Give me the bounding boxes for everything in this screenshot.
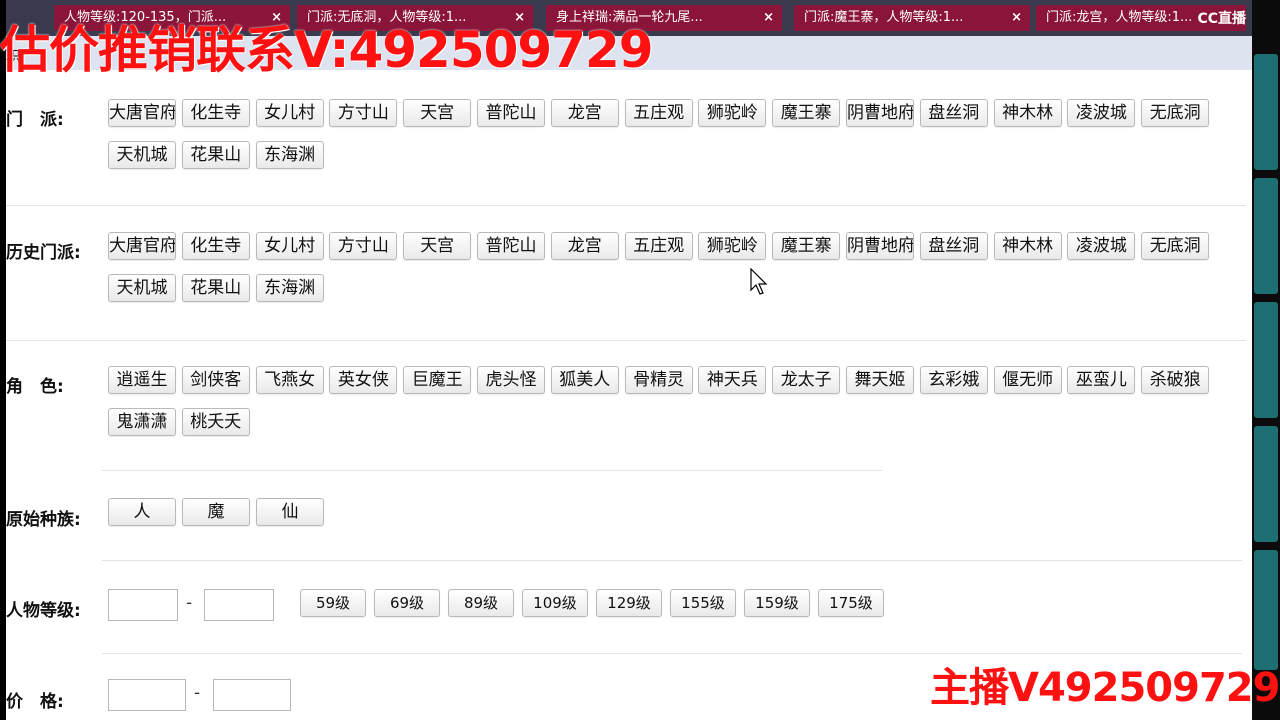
history-menpai-option[interactable]: 花果山: [181, 274, 250, 302]
menpai-option[interactable]: 方寸山: [329, 99, 398, 127]
history-menpai-option[interactable]: 普陀山: [477, 232, 545, 260]
race-option[interactable]: 仙: [256, 498, 324, 526]
role-option[interactable]: 剑侠客: [181, 366, 250, 394]
role-label: 角 色:: [6, 377, 64, 397]
role-option[interactable]: 飞燕女: [255, 366, 324, 394]
menpai-label: 门 派:: [6, 110, 64, 130]
role-option[interactable]: 英女侠: [329, 366, 398, 394]
filter-panel: 门 派: 大唐官府 化生寺 女儿村 方寸山 天宫 普陀山 龙宫 五庄观 狮驼岭 魔王寨 阴曹地府 盘丝…: [6, 70, 1252, 720]
menpai-option[interactable]: 东海渊: [255, 141, 324, 169]
role-option[interactable]: 龙太子: [772, 366, 841, 394]
history-menpai-option[interactable]: 盘丝洞: [919, 232, 988, 260]
level-preset-option[interactable]: 69级: [374, 589, 440, 617]
tab-4[interactable]: 门派:魔王寨，人物等级:1... ×: [794, 5, 1030, 31]
right-side-panel: [1252, 0, 1280, 720]
race-option[interactable]: 魔: [182, 498, 250, 526]
level-max-input[interactable]: [204, 589, 274, 621]
menpai-option[interactable]: 天机城: [108, 141, 176, 169]
history-menpai-option[interactable]: 阴曹地府: [846, 232, 914, 260]
price-dash: -: [194, 683, 201, 703]
menpai-option[interactable]: 大唐官府: [108, 99, 176, 127]
role-option[interactable]: 杀破狼: [1141, 366, 1210, 394]
menpai-option[interactable]: 盘丝洞: [919, 99, 988, 127]
app-window: 人物等级:120-135，门派... × 门派:无底洞，人物等级:1... × …: [6, 0, 1252, 720]
history-menpai-option[interactable]: 凌波城: [1067, 232, 1136, 260]
role-option[interactable]: 偃无师: [993, 366, 1062, 394]
history-menpai-option[interactable]: 狮驼岭: [698, 232, 767, 260]
role-option[interactable]: 巫蛮儿: [1067, 366, 1136, 394]
side-tab[interactable]: [1254, 302, 1278, 418]
tab-5-title: 门派:龙宫，人物等级:1...: [1046, 10, 1193, 25]
history-menpai-option[interactable]: 五庄观: [624, 232, 693, 260]
menpai-option[interactable]: 龙宫: [550, 99, 619, 127]
role-option[interactable]: 玄彩娥: [919, 366, 988, 394]
history-menpai-option[interactable]: 无底洞: [1141, 232, 1210, 260]
level-dash: -: [186, 593, 193, 613]
history-menpai-option[interactable]: 大唐官府: [108, 232, 176, 260]
watermark-top: 估价推销联系V:492509729: [0, 21, 654, 79]
menpai-option[interactable]: 花果山: [181, 141, 250, 169]
history-menpai-option[interactable]: 方寸山: [329, 232, 398, 260]
level-preset-option[interactable]: 159级: [744, 589, 810, 617]
price-min-input[interactable]: [108, 679, 186, 711]
history-menpai-option[interactable]: 东海渊: [255, 274, 324, 302]
level-preset-option[interactable]: 155级: [670, 589, 736, 617]
level-min-input[interactable]: [108, 589, 178, 621]
divider: [102, 560, 1242, 561]
cc-live-logo: CC直播: [1197, 11, 1246, 27]
level-preset-option[interactable]: 175级: [818, 589, 884, 617]
side-tab[interactable]: [1254, 550, 1278, 670]
menpai-option[interactable]: 狮驼岭: [698, 99, 767, 127]
role-option[interactable]: 舞天姬: [846, 366, 914, 394]
side-tab[interactable]: [1254, 426, 1278, 542]
role-option[interactable]: 桃夭夭: [181, 408, 250, 436]
history-menpai-label: 历史门派:: [6, 243, 81, 263]
tab-4-title: 门派:魔王寨，人物等级:1...: [804, 10, 964, 25]
menpai-option[interactable]: 化生寺: [181, 99, 250, 127]
level-preset-option[interactable]: 129级: [596, 589, 662, 617]
menpai-option[interactable]: 无底洞: [1141, 99, 1210, 127]
history-menpai-option[interactable]: 神木林: [993, 232, 1062, 260]
side-tab[interactable]: [1254, 178, 1278, 294]
menpai-option[interactable]: 凌波城: [1067, 99, 1136, 127]
level-preset-option[interactable]: 109级: [522, 589, 588, 617]
role-option[interactable]: 骨精灵: [624, 366, 693, 394]
history-menpai-option[interactable]: 魔王寨: [772, 232, 841, 260]
level-label: 人物等级:: [6, 601, 81, 621]
history-menpai-option[interactable]: 女儿村: [255, 232, 324, 260]
price-max-input[interactable]: [213, 679, 291, 711]
menpai-option[interactable]: 阴曹地府: [846, 99, 914, 127]
menpai-option[interactable]: 女儿村: [255, 99, 324, 127]
close-icon[interactable]: ×: [1011, 5, 1022, 31]
history-menpai-option[interactable]: 天宫: [403, 232, 472, 260]
side-tab[interactable]: [1254, 54, 1278, 170]
price-label: 价 格:: [6, 692, 64, 712]
role-option[interactable]: 逍遥生: [108, 366, 176, 394]
divider: [102, 653, 1242, 654]
history-menpai-option[interactable]: 龙宫: [550, 232, 619, 260]
race-label: 原始种族:: [6, 510, 81, 530]
mouse-cursor-icon: [750, 268, 768, 295]
history-menpai-option[interactable]: 天机城: [108, 274, 176, 302]
menpai-option[interactable]: 天宫: [403, 99, 472, 127]
race-option[interactable]: 人: [108, 498, 176, 526]
watermark-bottom: 主播V492509729: [930, 665, 1280, 711]
divider: [102, 470, 882, 471]
role-option[interactable]: 鬼潇潇: [108, 408, 176, 436]
close-icon[interactable]: ×: [763, 5, 774, 31]
role-option[interactable]: 巨魔王: [403, 366, 472, 394]
menpai-option[interactable]: 神木林: [993, 99, 1062, 127]
menpai-option[interactable]: 魔王寨: [772, 99, 841, 127]
role-option[interactable]: 虎头怪: [477, 366, 545, 394]
level-preset-option[interactable]: 89级: [448, 589, 514, 617]
level-preset-option[interactable]: 59级: [300, 589, 366, 617]
divider: [6, 205, 1246, 206]
divider: [6, 340, 1246, 341]
history-menpai-option[interactable]: 化生寺: [181, 232, 250, 260]
menpai-option[interactable]: 普陀山: [477, 99, 545, 127]
menpai-option[interactable]: 五庄观: [624, 99, 693, 127]
role-option[interactable]: 狐美人: [550, 366, 619, 394]
role-option[interactable]: 神天兵: [698, 366, 767, 394]
